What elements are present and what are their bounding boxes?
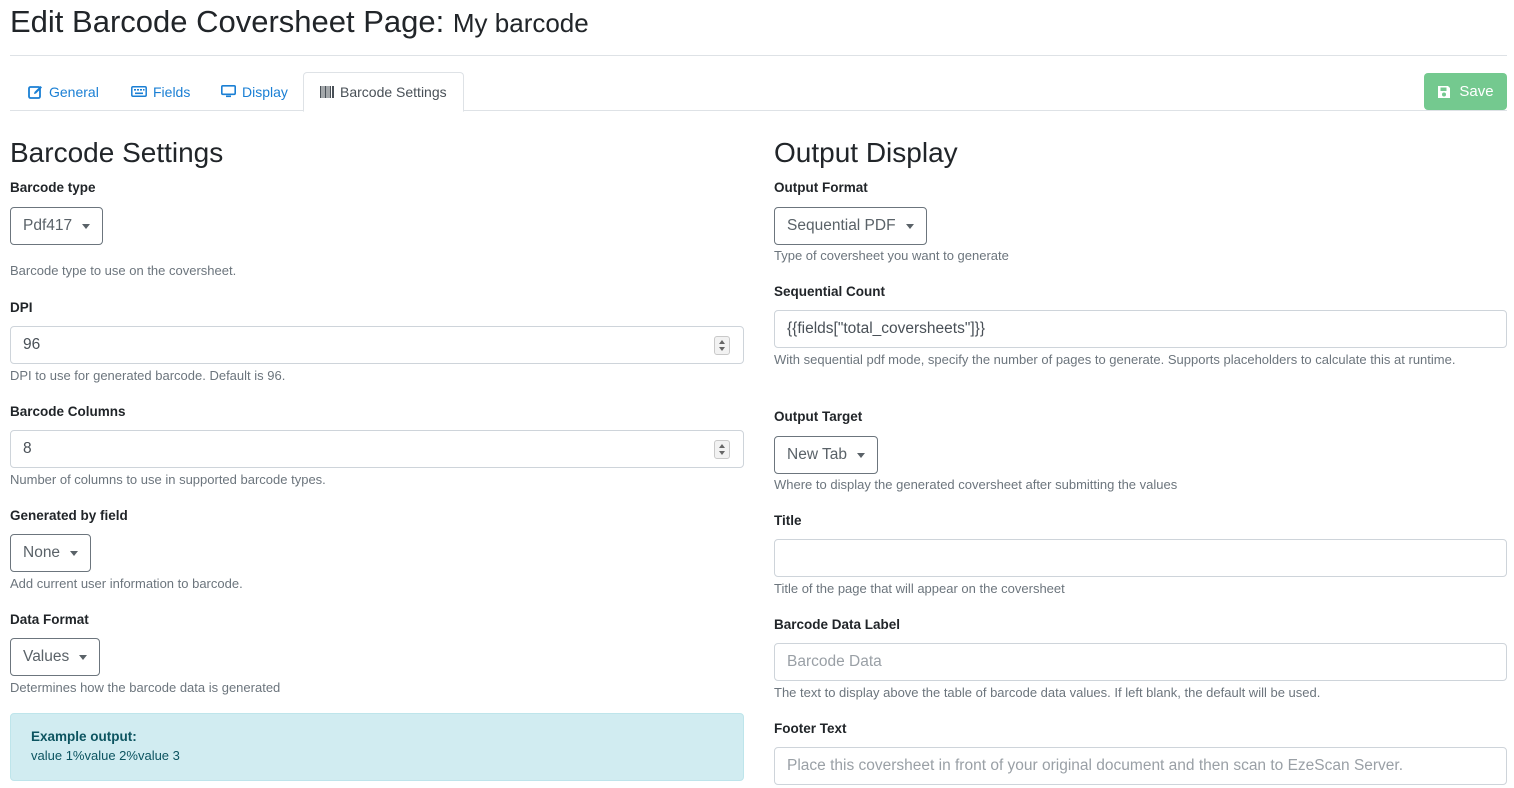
tab-fields-label: Fields: [153, 83, 191, 100]
barcode-type-value: Pdf417: [23, 217, 73, 234]
tab-general-label: General: [49, 83, 99, 100]
chevron-down-icon: [79, 654, 88, 660]
generated-by-field-dropdown[interactable]: None: [10, 534, 92, 572]
barcode-columns-label: Barcode Columns: [10, 404, 126, 419]
chevron-down-icon: [70, 550, 79, 556]
output-target-label: Output Target: [774, 409, 863, 424]
barcode-data-label-help: The text to display above the table of b…: [774, 685, 1321, 700]
output-target-dropdown[interactable]: New Tab: [774, 436, 879, 474]
output-format-value: Sequential PDF: [787, 217, 896, 234]
tab-display-label: Display: [242, 83, 288, 100]
example-output-value: value 1%value 2%value 3: [31, 748, 180, 763]
dpi-value: 96: [23, 336, 41, 353]
example-output-title: Example output:: [31, 729, 137, 744]
title-divider: [10, 55, 1507, 56]
sequential-count-label: Sequential Count: [774, 284, 885, 299]
data-format-label: Data Format: [10, 612, 89, 627]
barcode-settings-title: Barcode Settings: [10, 137, 224, 168]
sequential-count-help: With sequential pdf mode, specify the nu…: [774, 352, 1456, 367]
sequential-count-input[interactable]: {{fields["total_coversheets"]}}: [774, 310, 1507, 348]
barcode-columns-input[interactable]: 8: [10, 430, 744, 468]
dpi-label: DPI: [10, 300, 33, 315]
footer-text-placeholder: Place this coversheet in front of your o…: [787, 757, 1404, 774]
page-subtitle: My barcode: [452, 8, 589, 38]
barcode-data-label-placeholder: Barcode Data: [787, 653, 882, 670]
barcode-type-label: Barcode type: [10, 180, 96, 195]
title-help: Title of the page that will appear on th…: [774, 581, 1065, 596]
dpi-help: DPI to use for generated barcode. Defaul…: [10, 368, 286, 383]
output-format-help: Type of coversheet you want to generate: [774, 248, 1009, 263]
data-format-value: Values: [23, 648, 70, 665]
generated-by-field-value: None: [23, 544, 61, 561]
tab-display[interactable]: Display: [221, 72, 288, 111]
data-format-help: Determines how the barcode data is gener…: [10, 680, 281, 695]
example-output-alert: Example output: value 1%value 2%value 3: [10, 713, 744, 781]
tab-fields[interactable]: Fields: [131, 72, 190, 111]
page-title: Edit Barcode Coversheet Page: My barcode: [10, 4, 589, 40]
edit-icon: [28, 85, 43, 99]
tab-bar: General Fields Display Barcode Settings: [10, 72, 1507, 112]
number-spinner-icon[interactable]: [714, 336, 730, 355]
sequential-count-value: {{fields["total_coversheets"]}}: [787, 320, 985, 337]
output-target-help: Where to display the generated covershee…: [774, 477, 1178, 492]
dpi-input[interactable]: 96: [10, 326, 744, 364]
barcode-type-dropdown[interactable]: Pdf417: [10, 207, 104, 245]
barcode-columns-value: 8: [23, 440, 32, 457]
output-display-title: Output Display: [774, 137, 958, 168]
output-target-value: New Tab: [787, 446, 848, 463]
output-format-label: Output Format: [774, 180, 868, 195]
generated-by-field-help: Add current user information to barcode.: [10, 576, 243, 591]
barcode-type-help: Barcode type to use on the coversheet.: [10, 263, 237, 278]
number-spinner-icon[interactable]: [714, 440, 730, 459]
barcode-columns-help: Number of columns to use in supported ba…: [10, 472, 326, 487]
footer-text-input[interactable]: Place this coversheet in front of your o…: [774, 747, 1507, 785]
tab-barcode-settings[interactable]: Barcode Settings: [303, 72, 464, 112]
data-format-dropdown[interactable]: Values: [10, 638, 101, 676]
save-button-label: Save: [1459, 83, 1494, 100]
chevron-down-icon: [82, 223, 91, 229]
title-label: Title: [774, 513, 802, 528]
tab-barcode-settings-label: Barcode Settings: [340, 84, 447, 100]
barcode-data-label-input[interactable]: Barcode Data: [774, 643, 1507, 681]
keyboard-icon: [131, 86, 147, 97]
barcode-data-label-label: Barcode Data Label: [774, 617, 901, 632]
monitor-icon: [221, 85, 236, 98]
save-icon: [1437, 85, 1451, 99]
generated-by-field-label: Generated by field: [10, 508, 128, 523]
page-title-text: Edit Barcode Coversheet Page:: [10, 4, 445, 39]
barcode-icon: [320, 86, 334, 98]
chevron-down-icon: [857, 452, 866, 458]
title-input[interactable]: [774, 539, 1507, 577]
footer-text-label: Footer Text: [774, 721, 847, 736]
save-button[interactable]: Save: [1424, 73, 1507, 110]
output-format-dropdown[interactable]: Sequential PDF: [774, 207, 927, 245]
chevron-down-icon: [905, 223, 914, 229]
tab-general[interactable]: General: [28, 72, 99, 111]
